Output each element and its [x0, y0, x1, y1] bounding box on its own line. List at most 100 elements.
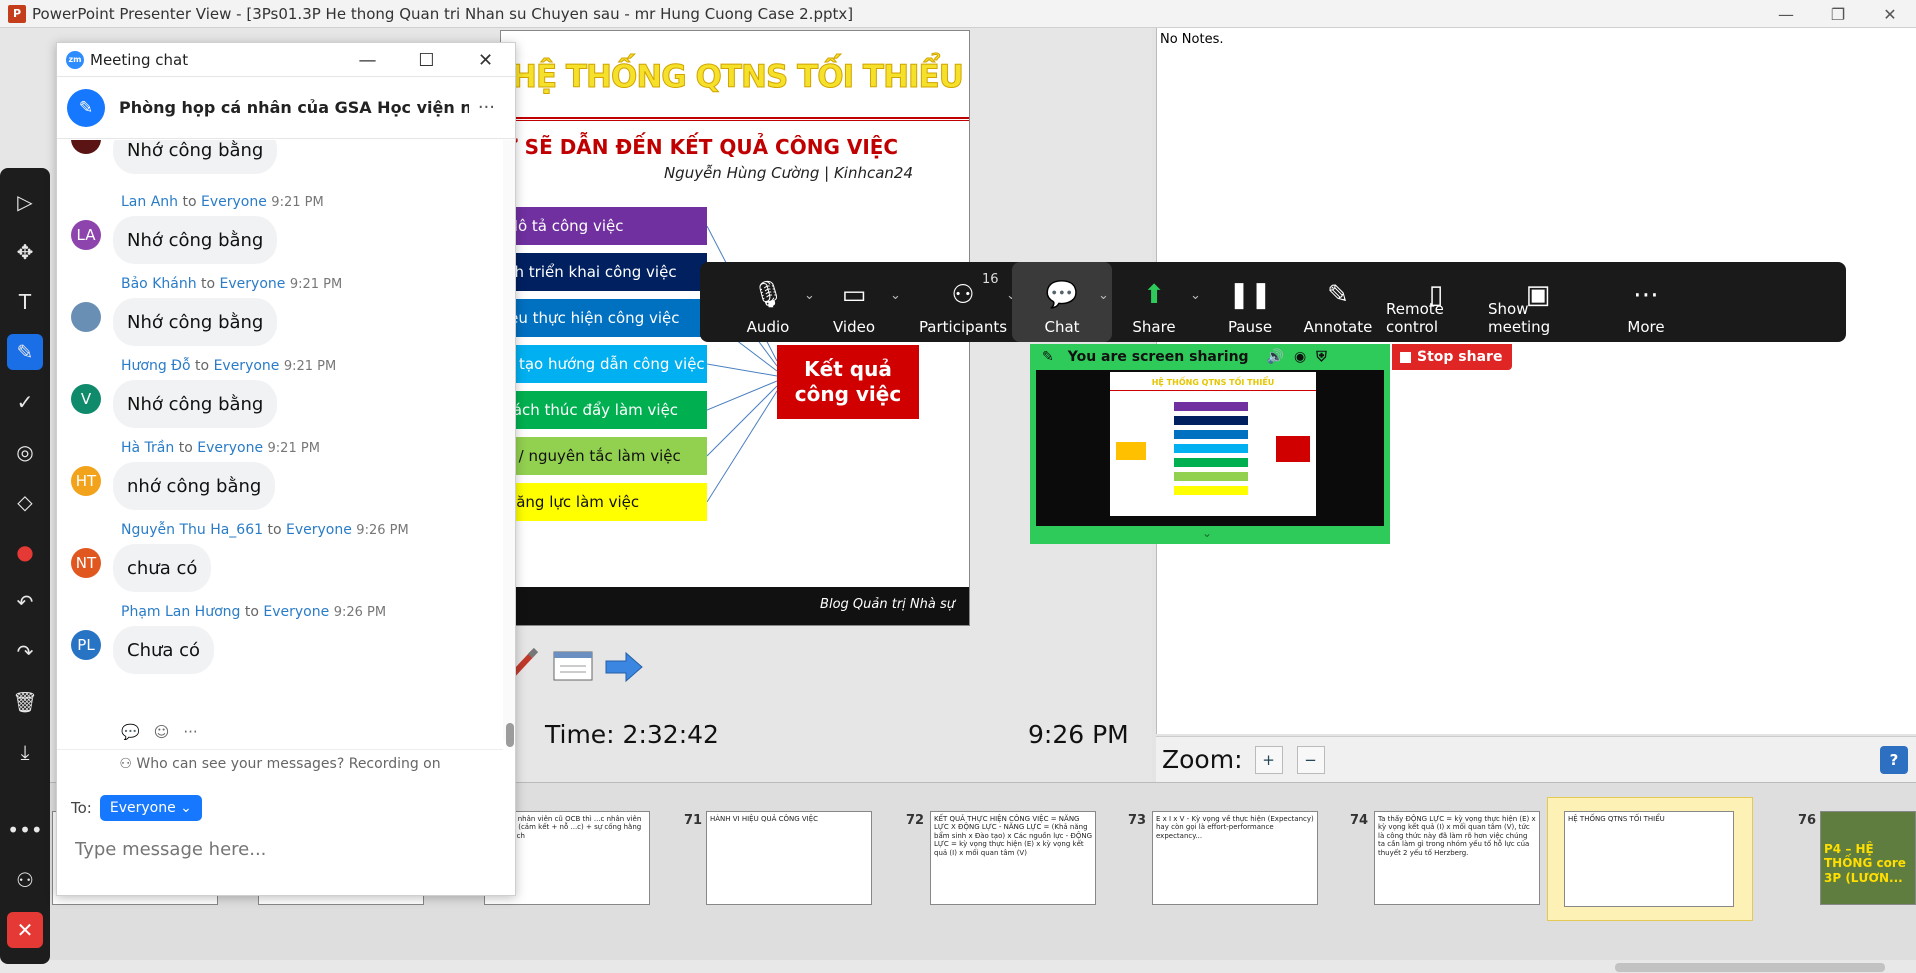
video-button[interactable]: ▭ Video ⌄	[804, 262, 904, 342]
stamp-tool-icon[interactable]: ✓	[7, 384, 43, 420]
zoom-out-button[interactable]: −	[1296, 745, 1325, 774]
slide-thumbnail[interactable]: HÀNH VI HIỆU QUẢ CÔNG VIỆC	[706, 811, 872, 905]
move-tool-icon[interactable]: ✥	[7, 234, 43, 270]
stop-checkbox-icon	[1400, 351, 1411, 363]
recipient-name[interactable]: Everyone	[286, 522, 352, 538]
privacy-notice[interactable]: ⚇ Who can see your messages? Recording o…	[57, 749, 503, 777]
screen-icon[interactable]	[552, 650, 594, 684]
emoji-reaction-icon[interactable]: ☺	[154, 723, 170, 740]
slide-thumbnail[interactable]: KẾT QUẢ THỰC HIỆN CÔNG VIỆC = NĂNG LỰC X…	[930, 811, 1096, 905]
participants-button[interactable]: ⚇Participants⌄16	[908, 262, 1018, 342]
avatar[interactable]: HT	[71, 466, 101, 496]
avatar[interactable]: PL	[71, 630, 101, 660]
remote-control-button[interactable]: ▯ Remote control	[1386, 262, 1486, 342]
avatar[interactable]: NT	[71, 548, 101, 578]
undo-tool-icon[interactable]: ↶	[7, 584, 43, 620]
presenter-tools	[500, 648, 644, 686]
message-input[interactable]	[75, 835, 495, 863]
chat-close-button[interactable]: ✕	[456, 43, 515, 77]
more-button[interactable]: ⋯ More	[1596, 262, 1696, 342]
reply-icon[interactable]: 💬	[121, 723, 140, 740]
close-window-button[interactable]: ✕	[1864, 0, 1916, 28]
zoom-in-button[interactable]: +	[1254, 745, 1283, 774]
avatar[interactable]: LA	[71, 220, 101, 250]
slide-thumbnail[interactable]: P4 – HỆ THỐNG core 3P (LƯƠN...	[1820, 811, 1916, 905]
share-button[interactable]: ⬆ Share ⌄	[1104, 262, 1204, 342]
to-word: to	[267, 522, 282, 538]
clear-tool-icon[interactable]: 🗑	[7, 684, 43, 720]
show-meeting-button[interactable]: ▣ Show meeting	[1488, 262, 1588, 342]
more-actions-icon[interactable]: ···	[183, 723, 197, 740]
draw-tool-icon[interactable]: ✎	[7, 334, 43, 370]
eraser-tool-icon[interactable]: ◇	[7, 484, 43, 520]
chat-icon: 💬	[1045, 280, 1079, 310]
zoom-bar: Zoom: + − ?	[1156, 736, 1916, 782]
avatar[interactable]	[71, 302, 101, 332]
sender-name[interactable]: Bảo Khánh	[121, 276, 197, 292]
avatar[interactable]: V	[71, 384, 101, 414]
minimize-button[interactable]: —	[1760, 0, 1812, 28]
chat-scroll-handle[interactable]	[506, 723, 514, 747]
save-tool-icon[interactable]: ⤓	[7, 734, 43, 770]
slide-thumbnail[interactable]: Ta thấy ĐỘNG LỰC = kỳ vọng thực hiện (E)…	[1374, 811, 1540, 905]
zoom-logo-icon: zm	[66, 50, 84, 69]
recipient-name[interactable]: Everyone	[263, 604, 329, 620]
sender-name[interactable]: Nguyễn Thu Ha_661	[121, 522, 263, 538]
powerpoint-icon: P	[8, 4, 26, 23]
speaker-icon[interactable]: 🔊	[1267, 349, 1284, 365]
mini-slide-title: HỆ THỐNG QTNS TỐI THIỂU	[1151, 378, 1275, 387]
video-chevron-icon[interactable]: ⌄	[890, 288, 901, 303]
mini-slide-divider	[1110, 390, 1316, 391]
shield-icon[interactable]: ⛨	[1316, 349, 1327, 365]
recipient-name[interactable]: Everyone	[201, 194, 267, 210]
chat-label: Chat	[1044, 318, 1080, 336]
chat-messages[interactable]: Nhớ công bằng 💬 ☺ ··· Lan Anh to Everyon…	[57, 140, 503, 740]
sender-name[interactable]: Hương Đỗ	[121, 358, 191, 374]
next-arrow-icon[interactable]	[604, 650, 644, 684]
stop-share-button[interactable]: Stop share	[1392, 344, 1512, 370]
message-time: 9:26 PM	[333, 605, 387, 620]
compose-icon[interactable]: ✎	[67, 88, 105, 127]
close-tool-icon[interactable]: ✕	[7, 912, 43, 948]
participants-tool-icon[interactable]: ⚇	[7, 862, 43, 898]
share-collapse-icon[interactable]: ⌄	[1202, 526, 1212, 540]
recipient-dropdown[interactable]: Everyone ⌄	[99, 795, 202, 821]
slide-thumbnail[interactable]: E x I x V - Kỳ vọng về thực hiện (Expect…	[1152, 811, 1318, 905]
recipient-name[interactable]: Everyone	[214, 358, 280, 374]
audio-button[interactable]: 🎙 Audio ⌄	[718, 262, 818, 342]
pause-button[interactable]: ❚❚ Pause	[1200, 262, 1300, 342]
chat-more-button[interactable]: ···	[478, 97, 495, 118]
chat-scrollbar[interactable]	[503, 140, 515, 740]
message-bubble: Nhớ công bằng	[113, 216, 278, 264]
spotlight-tool-icon[interactable]: ◎	[7, 434, 43, 470]
thumbnail-number: 72	[906, 813, 925, 828]
restore-button[interactable]: ❐	[1812, 0, 1864, 28]
sender-name[interactable]: Lan Anh	[121, 194, 178, 210]
to-label: To:	[71, 799, 92, 817]
format-tool-icon[interactable]: ●	[7, 534, 43, 570]
meeting-chat-window: zm Meeting chat — ☐ ✕ ✎ Phòng họp cá nhâ…	[56, 42, 516, 896]
pin-icon[interactable]: ✎	[1042, 349, 1054, 365]
slide-thumbnail[interactable]: HỆ THỐNG QTNS TỐI THIỂU	[1564, 811, 1734, 907]
select-tool-icon[interactable]: ▷	[7, 184, 43, 220]
chat-maximize-button[interactable]: ☐	[397, 43, 456, 77]
chat-button[interactable]: 💬 Chat ⌄	[1012, 262, 1112, 342]
recipient-name[interactable]: Everyone	[220, 276, 286, 292]
thumbnail-scroll-handle[interactable]	[1615, 963, 1885, 972]
annotate-button[interactable]: ✎ Annotate	[1288, 262, 1388, 342]
stop-share-label: Stop share	[1417, 349, 1503, 365]
sender-name[interactable]: Phạm Lan Hương	[121, 604, 240, 620]
audio-icon: 🎙	[751, 280, 785, 310]
pause-label: Pause	[1227, 318, 1273, 336]
chat-minimize-button[interactable]: —	[338, 43, 397, 77]
redo-tool-icon[interactable]: ↷	[7, 634, 43, 670]
recipient-name[interactable]: Everyone	[197, 440, 263, 456]
notes-text: No Notes.	[1160, 32, 1224, 47]
slide-box: nh triển khai công việc	[501, 253, 707, 291]
help-button[interactable]: ?	[1880, 745, 1908, 774]
text-tool-icon[interactable]: T	[7, 284, 43, 320]
screen-share-bar[interactable]: ✎ You are screen sharing 🔊 ◉ ⛨	[1030, 344, 1390, 370]
more-tool-icon[interactable]: •••	[7, 812, 43, 848]
sender-name[interactable]: Hà Trần	[121, 440, 174, 456]
record-icon[interactable]: ◉	[1294, 349, 1306, 365]
